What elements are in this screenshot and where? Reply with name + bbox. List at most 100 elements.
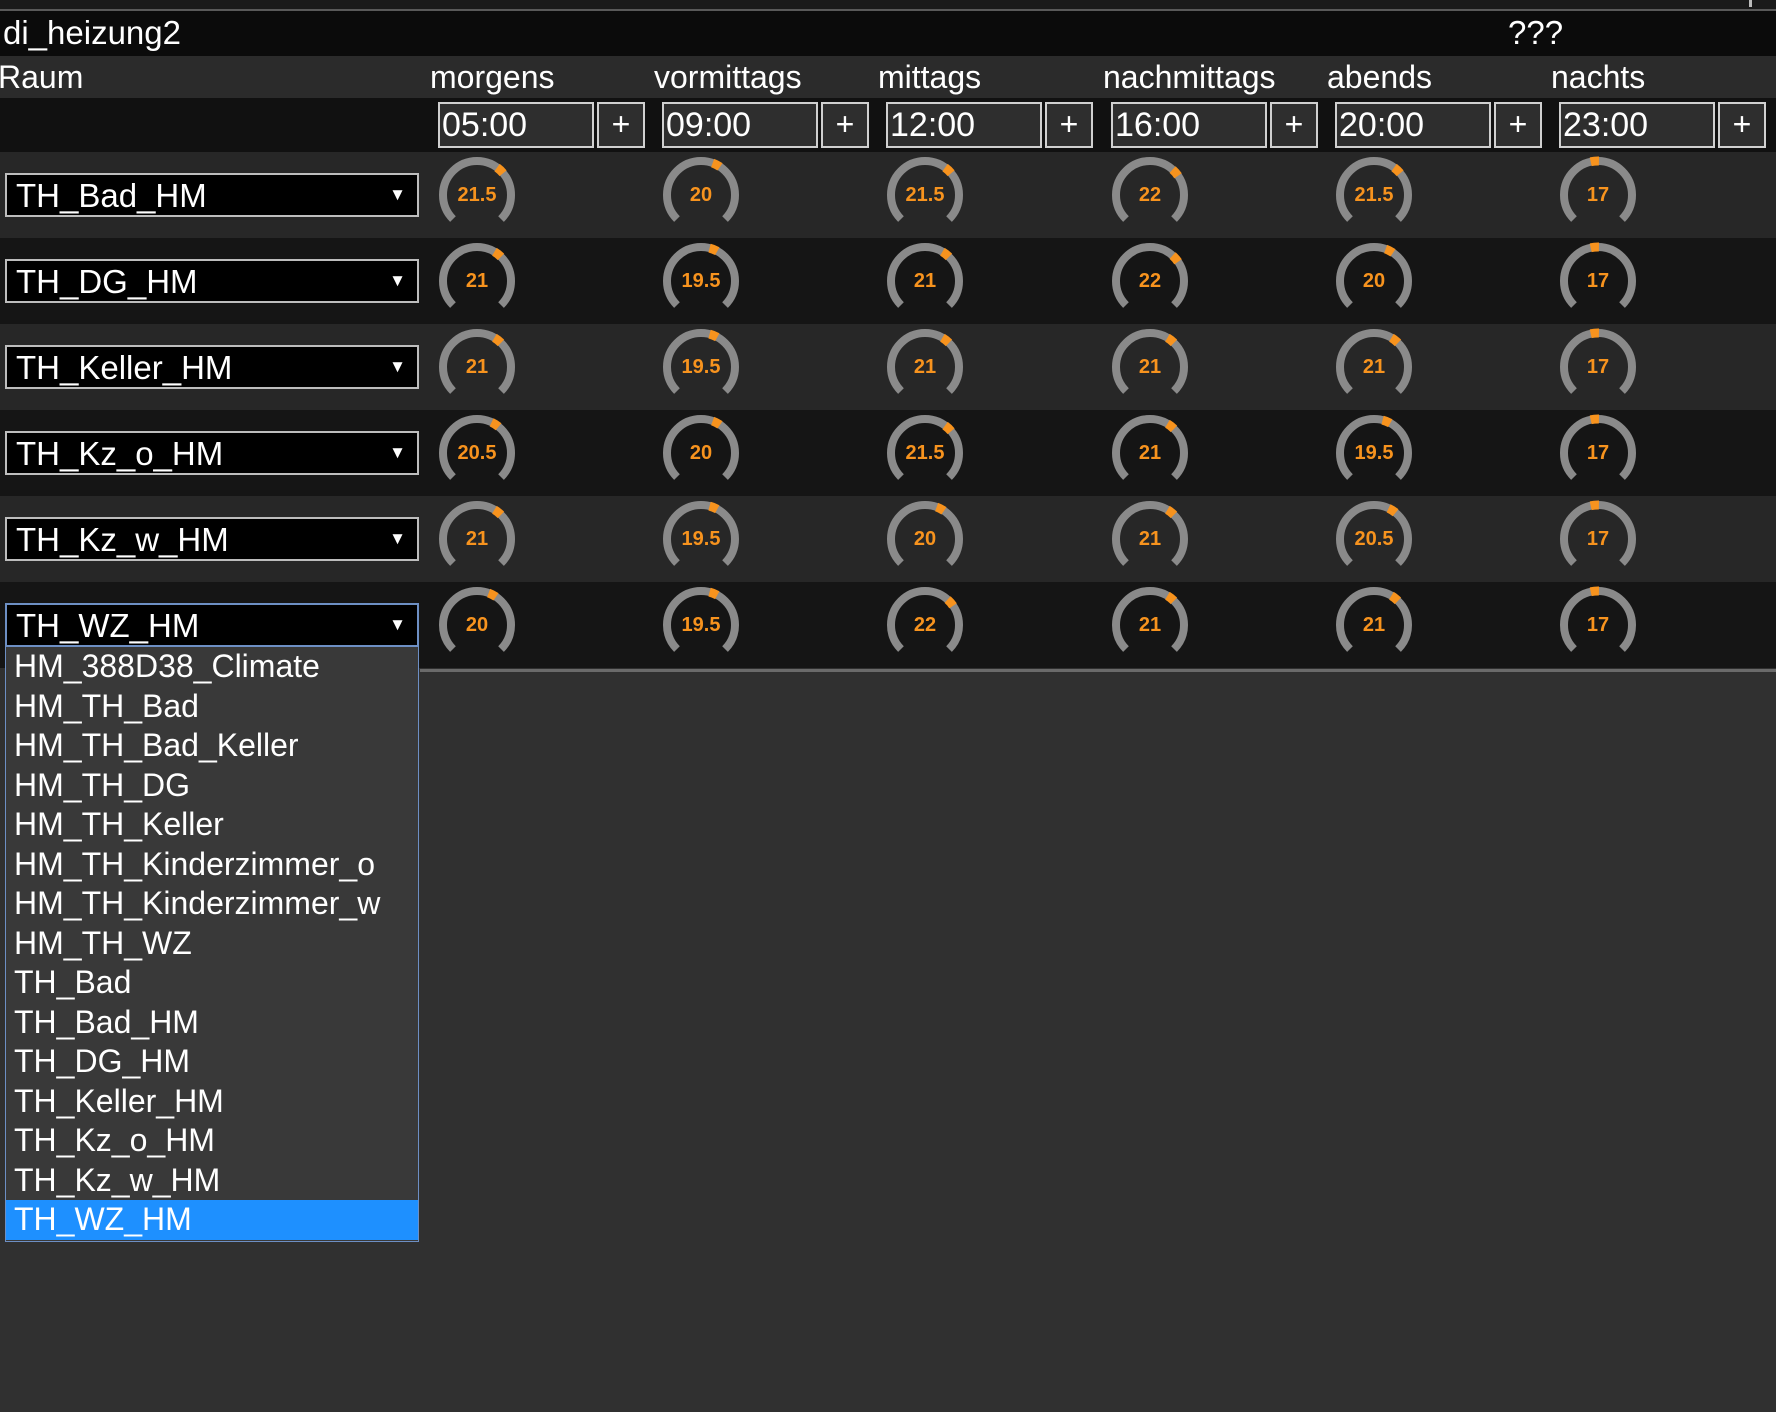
temp-knob-morgens[interactable]: 21 — [437, 327, 517, 407]
temp-knob-nachmittags[interactable]: 21 — [1110, 585, 1190, 665]
temp-knob-abends[interactable]: 21 — [1334, 327, 1414, 407]
temp-knob-vormittags[interactable]: 19.5 — [661, 585, 741, 665]
knob-value: 21 — [1138, 614, 1162, 636]
temp-knob-mittags[interactable]: 22 — [885, 585, 965, 665]
temp-knob-morgens[interactable]: 21.5 — [437, 155, 517, 235]
temp-knob-mittags[interactable]: 21.5 — [885, 413, 965, 493]
temp-knob-vormittags[interactable]: 19.5 — [661, 241, 741, 321]
dropdown-option[interactable]: TH_WZ_HM — [6, 1200, 418, 1240]
temp-knob-morgens[interactable]: 21 — [437, 241, 517, 321]
dropdown-option[interactable]: HM_TH_Bad_Keller — [6, 726, 418, 766]
dropdown-option[interactable]: TH_DG_HM — [6, 1042, 418, 1082]
temp-knob-morgens[interactable]: 21 — [437, 499, 517, 579]
time-plus-button-mittags[interactable]: + — [1045, 102, 1093, 148]
temp-knob-nachts[interactable]: 17 — [1558, 413, 1638, 493]
room-device-value: TH_Bad_HM — [16, 177, 207, 214]
temp-knob-abends[interactable]: 21 — [1334, 585, 1414, 665]
header-period-vormittags: vormittags — [654, 59, 802, 95]
knob-value: 21 — [465, 528, 489, 550]
temp-knob-nachts[interactable]: 17 — [1558, 155, 1638, 235]
knob-value: 21 — [465, 270, 489, 292]
dropdown-option[interactable]: TH_Kz_o_HM — [6, 1121, 418, 1161]
dropdown-option[interactable]: HM_TH_DG — [6, 766, 418, 806]
time-input-nachts[interactable] — [1559, 102, 1715, 148]
time-row: + + + + + + — [0, 98, 1776, 152]
knob-value: 20.5 — [457, 442, 497, 464]
temp-knob-vormittags[interactable]: 19.5 — [661, 327, 741, 407]
temp-knob-nachmittags[interactable]: 21 — [1110, 327, 1190, 407]
time-plus-button-abends[interactable]: + — [1494, 102, 1542, 148]
dropdown-option[interactable]: HM_TH_Kinderzimmer_o — [6, 845, 418, 885]
knob-value: 20 — [465, 614, 489, 636]
room-device-select[interactable]: TH_Kz_w_HM ▼ — [5, 517, 419, 561]
temp-knob-nachmittags[interactable]: 22 — [1110, 155, 1190, 235]
room-row: TH_Kz_w_HM ▼ 21 19.5 20 21 20.5 17 — [0, 496, 1776, 582]
temp-knob-nachmittags[interactable]: 22 — [1110, 241, 1190, 321]
time-plus-button-morgens[interactable]: + — [597, 102, 645, 148]
temp-knob-nachmittags[interactable]: 21 — [1110, 413, 1190, 493]
temp-knob-mittags[interactable]: 21 — [885, 241, 965, 321]
dropdown-option[interactable]: TH_Keller_HM — [6, 1082, 418, 1122]
room-device-value: TH_DG_HM — [16, 263, 198, 300]
time-plus-button-nachmittags[interactable]: + — [1270, 102, 1318, 148]
dropdown-arrow-icon: ▼ — [389, 271, 406, 290]
room-device-value: TH_Kz_o_HM — [16, 435, 224, 472]
header-room-label: Raum — [0, 59, 84, 95]
dropdown-arrow-icon: ▼ — [389, 615, 406, 634]
header-period-nachmittags: nachmittags — [1103, 59, 1276, 95]
time-input-mittags[interactable] — [886, 102, 1042, 148]
room-device-select[interactable]: TH_Kz_o_HM ▼ — [5, 431, 419, 475]
room-device-select[interactable]: TH_Keller_HM ▼ — [5, 345, 419, 389]
temp-knob-vormittags[interactable]: 20 — [661, 413, 741, 493]
knob-value: 21.5 — [905, 442, 945, 464]
temp-knob-vormittags[interactable]: 19.5 — [661, 499, 741, 579]
dropdown-option[interactable]: TH_Bad_HM — [6, 1003, 418, 1043]
room-device-value: TH_Keller_HM — [16, 349, 233, 386]
time-input-abends[interactable] — [1335, 102, 1491, 148]
knob-value: 21 — [1138, 356, 1162, 378]
temp-knob-nachts[interactable]: 17 — [1558, 585, 1638, 665]
temp-knob-nachmittags[interactable]: 21 — [1110, 499, 1190, 579]
dropdown-option[interactable]: HM_TH_Kinderzimmer_w — [6, 884, 418, 924]
time-input-nachmittags[interactable] — [1111, 102, 1267, 148]
temp-knob-morgens[interactable]: 20 — [437, 585, 517, 665]
temp-knob-mittags[interactable]: 21.5 — [885, 155, 965, 235]
dropdown-option[interactable]: HM_388D38_Climate — [6, 647, 418, 687]
dropdown-option[interactable]: HM_TH_WZ — [6, 924, 418, 964]
dropdown-option[interactable]: HM_TH_Keller — [6, 805, 418, 845]
temp-knob-abends[interactable]: 20.5 — [1334, 499, 1414, 579]
knob-value: 22 — [1138, 270, 1162, 292]
header-period-mittags: mittags — [878, 59, 982, 95]
temp-knob-nachts[interactable]: 17 — [1558, 499, 1638, 579]
time-plus-button-nachts[interactable]: + — [1718, 102, 1766, 148]
knob-value: 20 — [689, 442, 713, 464]
knob-value: 21 — [1138, 528, 1162, 550]
room-row: TH_Keller_HM ▼ 21 19.5 21 21 21 17 — [0, 324, 1776, 410]
temp-knob-abends[interactable]: 21.5 — [1334, 155, 1414, 235]
status-text: ??? — [1508, 14, 1564, 51]
knob-value: 21 — [1138, 442, 1162, 464]
temp-knob-abends[interactable]: 19.5 — [1334, 413, 1414, 493]
temp-knob-abends[interactable]: 20 — [1334, 241, 1414, 321]
temp-knob-nachts[interactable]: 17 — [1558, 241, 1638, 321]
room-row: TH_Bad_HM ▼ 21.5 20 21.5 22 21.5 17 — [0, 152, 1776, 238]
device-dropdown-list[interactable]: HM_388D38_Climate HM_TH_Bad HM_TH_Bad_Kell… — [5, 646, 419, 1242]
time-input-vormittags[interactable] — [662, 102, 818, 148]
temp-knob-mittags[interactable]: 20 — [885, 499, 965, 579]
knob-value: 21 — [465, 356, 489, 378]
knob-value: 21.5 — [457, 184, 497, 206]
knob-value: 20 — [689, 184, 713, 206]
temp-knob-mittags[interactable]: 21 — [885, 327, 965, 407]
temp-knob-vormittags[interactable]: 20 — [661, 155, 741, 235]
room-device-select[interactable]: TH_DG_HM ▼ — [5, 259, 419, 303]
room-device-select[interactable]: TH_WZ_HM ▼ — [5, 603, 419, 647]
room-device-select[interactable]: TH_Bad_HM ▼ — [5, 173, 419, 217]
time-plus-button-vormittags[interactable]: + — [821, 102, 869, 148]
knob-value: 17 — [1586, 528, 1610, 550]
dropdown-option[interactable]: HM_TH_Bad — [6, 687, 418, 727]
dropdown-option[interactable]: TH_Bad — [6, 963, 418, 1003]
temp-knob-morgens[interactable]: 20.5 — [437, 413, 517, 493]
dropdown-option[interactable]: TH_Kz_w_HM — [6, 1161, 418, 1201]
temp-knob-nachts[interactable]: 17 — [1558, 327, 1638, 407]
time-input-morgens[interactable] — [438, 102, 594, 148]
